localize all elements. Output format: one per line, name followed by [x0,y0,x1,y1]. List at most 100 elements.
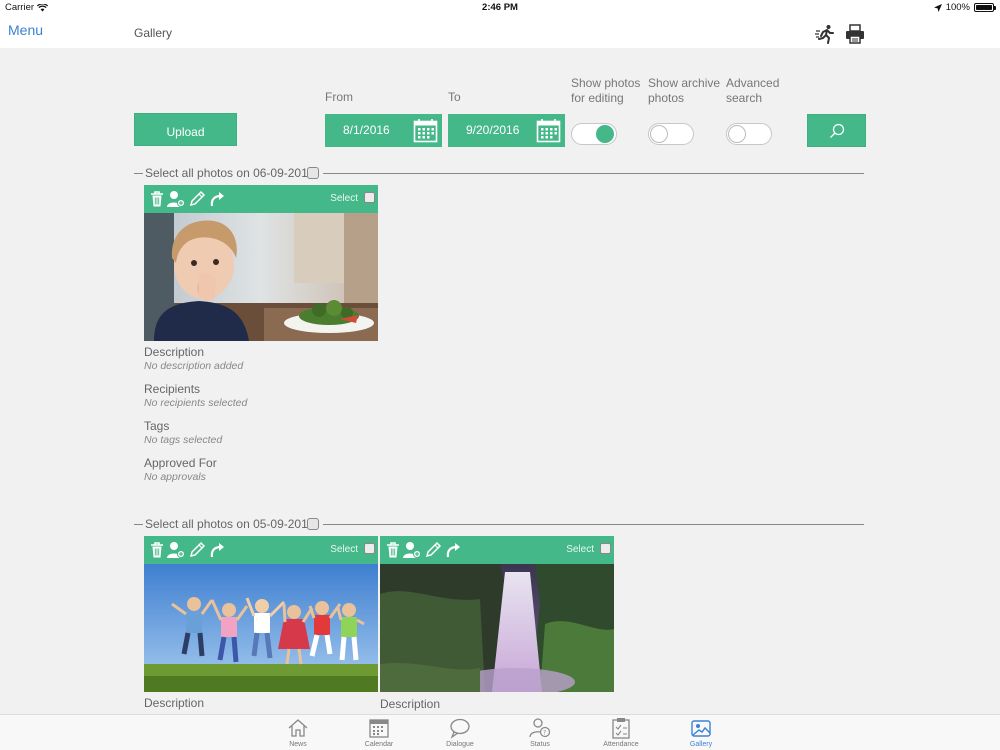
description-label: Description [144,345,205,359]
tab-dialogue[interactable]: Dialogue [430,717,490,748]
description-label: Description [144,696,205,710]
status-bar: Carrier 2:46 PM 100% [0,0,1000,16]
photo-card: Select [380,536,614,692]
tab-label: Status [530,741,550,748]
description-value: No description added [144,360,244,372]
tab-gallery[interactable]: Gallery [671,717,731,748]
waterfall-photo[interactable] [380,564,614,692]
location-arrow-icon [933,3,942,12]
from-label: From [325,90,353,104]
trash-icon[interactable] [148,541,166,559]
show-editing-label-line2: for editing [571,91,624,105]
advanced-search-label-line2: search [726,91,763,105]
to-date-value: 9/20/2016 [466,123,520,137]
navigation-bar: Menu Gallery [0,16,1000,48]
description-label: Description [380,697,441,711]
select-photo-checkbox[interactable] [364,192,375,203]
menu-button[interactable]: Menu [8,22,43,38]
running-exit-icon[interactable] [815,24,835,44]
calendar-icon [369,719,389,738]
recipients-label: Recipients [144,382,201,396]
photo-details: Description [144,696,204,710]
show-editing-label: Show photos for editing [571,76,640,106]
add-recipient-icon[interactable] [167,190,185,208]
show-editing-toggle[interactable] [571,123,617,145]
tab-calendar[interactable]: Calendar [349,717,409,748]
tags-value: No tags selected [144,434,223,446]
rotate-icon[interactable] [444,541,462,559]
approved-for-label: Approved For [144,456,217,470]
edit-pencil-icon[interactable] [424,541,442,559]
select-all-label: Select all photos on 06-09-2016 [145,166,315,180]
edit-pencil-icon[interactable] [188,190,206,208]
show-editing-label-line1: Show photos [571,76,641,90]
trash-icon[interactable] [148,190,166,208]
page-title: Gallery [134,26,173,40]
child-eating-photo[interactable] [144,213,378,341]
add-recipient-icon[interactable] [403,541,421,559]
house-icon [288,719,308,737]
photo-details: Description [380,697,440,711]
select-label: Select [566,544,594,555]
search-button[interactable] [807,114,866,147]
calendar-icon[interactable] [413,118,438,143]
rotate-icon[interactable] [208,541,226,559]
show-archive-label-line2: photos [648,91,685,105]
tab-label: Calendar [364,741,394,748]
show-archive-toggle[interactable] [648,123,694,145]
svg-text:?: ? [543,730,546,737]
select-all-checkbox[interactable] [307,167,319,179]
photo-toolbar: Select [144,536,378,564]
select-label: Select [330,193,358,204]
from-date-value: 8/1/2016 [343,123,390,137]
advanced-search-label-line1: Advanced [726,76,780,90]
children-jumping-photo[interactable] [144,564,378,692]
show-archive-label: Show archive photos [648,76,720,106]
upload-button[interactable]: Upload [134,113,237,146]
show-archive-label-line1: Show archive [648,76,721,90]
status-time: 2:46 PM [482,2,518,13]
select-photo-checkbox[interactable] [600,543,611,554]
advanced-search-label: Advanced search [726,76,779,106]
date-group-header: Select all photos on 06-09-2016 [134,166,864,180]
photo-toolbar: Select [380,536,614,564]
date-group-header: Select all photos on 05-09-2016 [134,517,864,531]
tab-label: News [289,741,307,748]
recipients-value: No recipients selected [144,397,248,409]
photo-card: Select [144,185,378,341]
battery-percent: 100% [945,2,970,13]
speech-bubble-icon [450,718,470,739]
select-label: Select [330,544,358,555]
tab-label: Gallery [689,741,713,748]
tab-news[interactable]: News [268,717,328,748]
trash-icon[interactable] [384,541,402,559]
tags-label: Tags [144,419,170,433]
status-person-icon: ? [529,718,551,738]
add-recipient-icon[interactable] [167,541,185,559]
advanced-search-toggle[interactable] [726,123,772,145]
photo-details: Description No description added Recipie… [144,345,247,493]
tab-label: Attendance [603,741,639,748]
to-date-field[interactable]: 9/20/2016 [448,114,565,147]
photo-card: Select [144,536,378,692]
tab-label: Dialogue [446,741,474,748]
select-all-checkbox[interactable] [307,518,319,530]
printer-icon[interactable] [845,24,865,44]
upload-button-label: Upload [166,124,205,139]
battery-icon [974,3,996,12]
photo-toolbar: Select [144,185,378,213]
gallery-icon [691,720,711,737]
select-photo-checkbox[interactable] [364,543,375,554]
tab-bar: News Calendar Dialogue ? Status Attendan… [0,714,1000,750]
tab-attendance[interactable]: Attendance [591,717,651,748]
to-label: To [448,90,461,104]
rotate-icon[interactable] [208,190,226,208]
approved-for-value: No approvals [144,471,206,483]
attendance-icon [612,718,630,739]
from-date-field[interactable]: 8/1/2016 [325,114,442,147]
tab-status[interactable]: ? Status [510,717,570,748]
calendar-icon[interactable] [536,118,561,143]
search-icon [829,123,844,138]
edit-pencil-icon[interactable] [188,541,206,559]
select-all-label: Select all photos on 05-09-2016 [145,517,315,531]
